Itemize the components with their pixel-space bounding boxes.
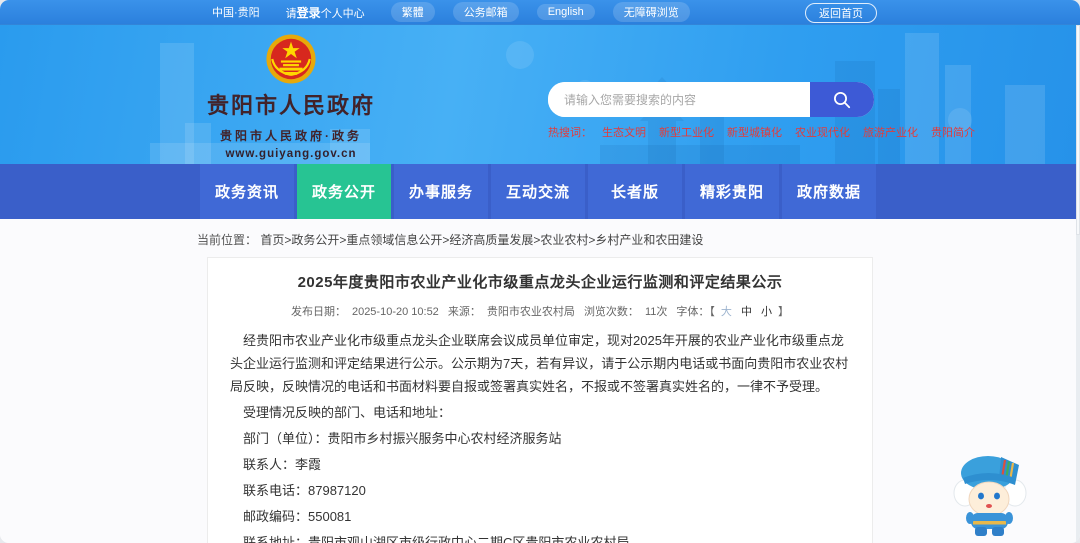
cityscape-decoration	[150, 33, 1045, 164]
search-button[interactable]	[810, 82, 874, 117]
contact-line-department: 部门（单位）：贵阳市乡村振兴服务中心农村经济服务站	[243, 431, 562, 446]
nav-tab-zhengwu-zixun[interactable]: 政务资讯	[200, 164, 294, 219]
mascot-assistant-icon[interactable]	[947, 445, 1033, 537]
site-url: www.guiyang.gov.cn	[225, 148, 357, 160]
hot-keyword-5[interactable]: 旅游产业化	[863, 124, 918, 140]
publish-date-value: 2025-10-20 10:52	[351, 306, 439, 318]
region-link[interactable]: 中国·贵阳	[212, 4, 260, 20]
english-button[interactable]: English	[536, 4, 595, 20]
contact-line-address: 联系地址：贵阳市观山湖区市级行政中心二期C区贵阳市农业农村局	[243, 535, 630, 543]
search-input[interactable]	[548, 82, 810, 117]
article-paragraph: 经贵阳市农业产业化市级重点龙头企业联席会议成员单位审定，现对2025年开展的农业…	[230, 333, 849, 394]
national-emblem-icon	[266, 34, 316, 84]
hot-search-label: 热搜词：	[548, 127, 592, 139]
contact-line-postcode: 邮政编码：550081	[243, 509, 352, 524]
article-meta: 发布日期： 2025-10-20 10:52 来源： 贵阳市农业农村局 浏览次数： 1…	[230, 303, 850, 319]
views-value: 11次	[644, 306, 668, 318]
contact-line-person: 联系人：李霞	[243, 457, 322, 472]
site-subtitle: 贵阳市人民政府·政务	[220, 129, 362, 143]
source-value: 贵阳市农业农村局	[486, 306, 575, 318]
nav-tab-zhengwu-gongkai[interactable]: 政务公开	[297, 164, 391, 219]
article-body: 经贵阳市农业产业化市级重点龙头企业联席会议成员单位审定，现对2025年开展的农业…	[230, 329, 850, 543]
publish-date-label: 发布日期：	[290, 306, 346, 318]
nav-tab-banshi-fuwu[interactable]: 办事服务	[394, 164, 488, 219]
official-mail-button[interactable]: 公务邮箱	[452, 2, 519, 22]
article-paragraph: 受理情况反映的部门、电话和地址：	[243, 405, 452, 420]
scrollbar-thumb[interactable]	[1076, 25, 1080, 235]
login-bold: 登录	[296, 5, 321, 20]
search-bar	[548, 82, 874, 117]
search-icon	[834, 91, 851, 108]
views-label: 浏览次数：	[583, 306, 639, 318]
nav-tab-hudong-jiaoliu[interactable]: 互动交流	[491, 164, 585, 219]
content-area: 当前位置： 首页>政务公开>重点领域信息公开>经济高质量发展>农业农村>乡村产业…	[0, 219, 1080, 543]
hot-search-row: 热搜词： 生态文明 新型工业化 新型城镇化 农业现代化 旅游产业化 贵阳简介	[548, 124, 975, 140]
login-link[interactable]: 请登录个人中心	[286, 4, 365, 21]
hot-keyword-2[interactable]: 新型工业化	[659, 124, 714, 140]
hot-keyword-3[interactable]: 新型城镇化	[727, 124, 782, 140]
search-area: 热搜词： 生态文明 新型工业化 新型城镇化 农业现代化 旅游产业化 贵阳简介	[548, 82, 975, 140]
main-nav: 政务资讯 政务公开 办事服务 互动交流 长者版 精彩贵阳 政府数据	[0, 164, 1080, 219]
font-size-medium-button[interactable]: 中	[741, 306, 752, 318]
accessibility-button[interactable]: 无障碍浏览	[612, 2, 690, 22]
nav-tab-zhengfu-shuju[interactable]: 政府数据	[782, 164, 876, 219]
back-home-button[interactable]: 返回首页	[805, 3, 877, 23]
breadcrumb: 当前位置： 首页>政务公开>重点领域信息公开>经济高质量发展>农业农村>乡村产业…	[0, 219, 1080, 248]
site-banner: 贵阳市人民政府 贵阳市人民政府·政务 www.guiyang.gov.cn 热搜…	[0, 25, 1080, 164]
page: 中国·贵阳 请登录个人中心 繁體 公务邮箱 English 无障碍浏览 返回首页	[0, 0, 1080, 543]
nav-tab-jingcai-guiyang[interactable]: 精彩贵阳	[685, 164, 779, 219]
nav-tab-zhangzheban[interactable]: 长者版	[588, 164, 682, 219]
breadcrumb-label: 当前位置：	[197, 233, 258, 247]
traditional-chinese-button[interactable]: 繁體	[390, 2, 435, 22]
font-size-bracket: 】	[778, 306, 790, 318]
source-label: 来源：	[447, 306, 481, 318]
font-size-small-button[interactable]: 小	[761, 306, 772, 318]
scrollbar[interactable]	[1076, 25, 1080, 543]
login-prefix: 请	[285, 7, 297, 20]
article-title: 2025年度贵阳市农业产业化市级重点龙头企业运行监测和评定结果公示	[297, 274, 783, 291]
article-card: 2025年度贵阳市农业产业化市级重点龙头企业运行监测和评定结果公示 发布日期： 2…	[207, 257, 873, 543]
font-size-large-button[interactable]: 大	[721, 306, 732, 318]
hot-keyword-1[interactable]: 生态文明	[602, 124, 646, 140]
font-size-label: 字体：【	[676, 306, 715, 318]
hot-keyword-4[interactable]: 农业现代化	[795, 124, 850, 140]
site-logo-block[interactable]: 贵阳市人民政府 贵阳市人民政府·政务 www.guiyang.gov.cn	[196, 31, 386, 160]
login-suffix: 个人中心	[320, 7, 365, 20]
top-utility-bar: 中国·贵阳 请登录个人中心 繁體 公务邮箱 English 无障碍浏览 返回首页	[0, 0, 1080, 25]
contact-line-phone: 联系电话：87987120	[243, 483, 366, 498]
site-name: 贵阳市人民政府	[206, 93, 375, 118]
breadcrumb-path[interactable]: 首页>政务公开>重点领域信息公开>经济高质量发展>农业农村>乡村产业和农田建设	[260, 233, 703, 247]
hot-keyword-6[interactable]: 贵阳简介	[931, 124, 975, 140]
